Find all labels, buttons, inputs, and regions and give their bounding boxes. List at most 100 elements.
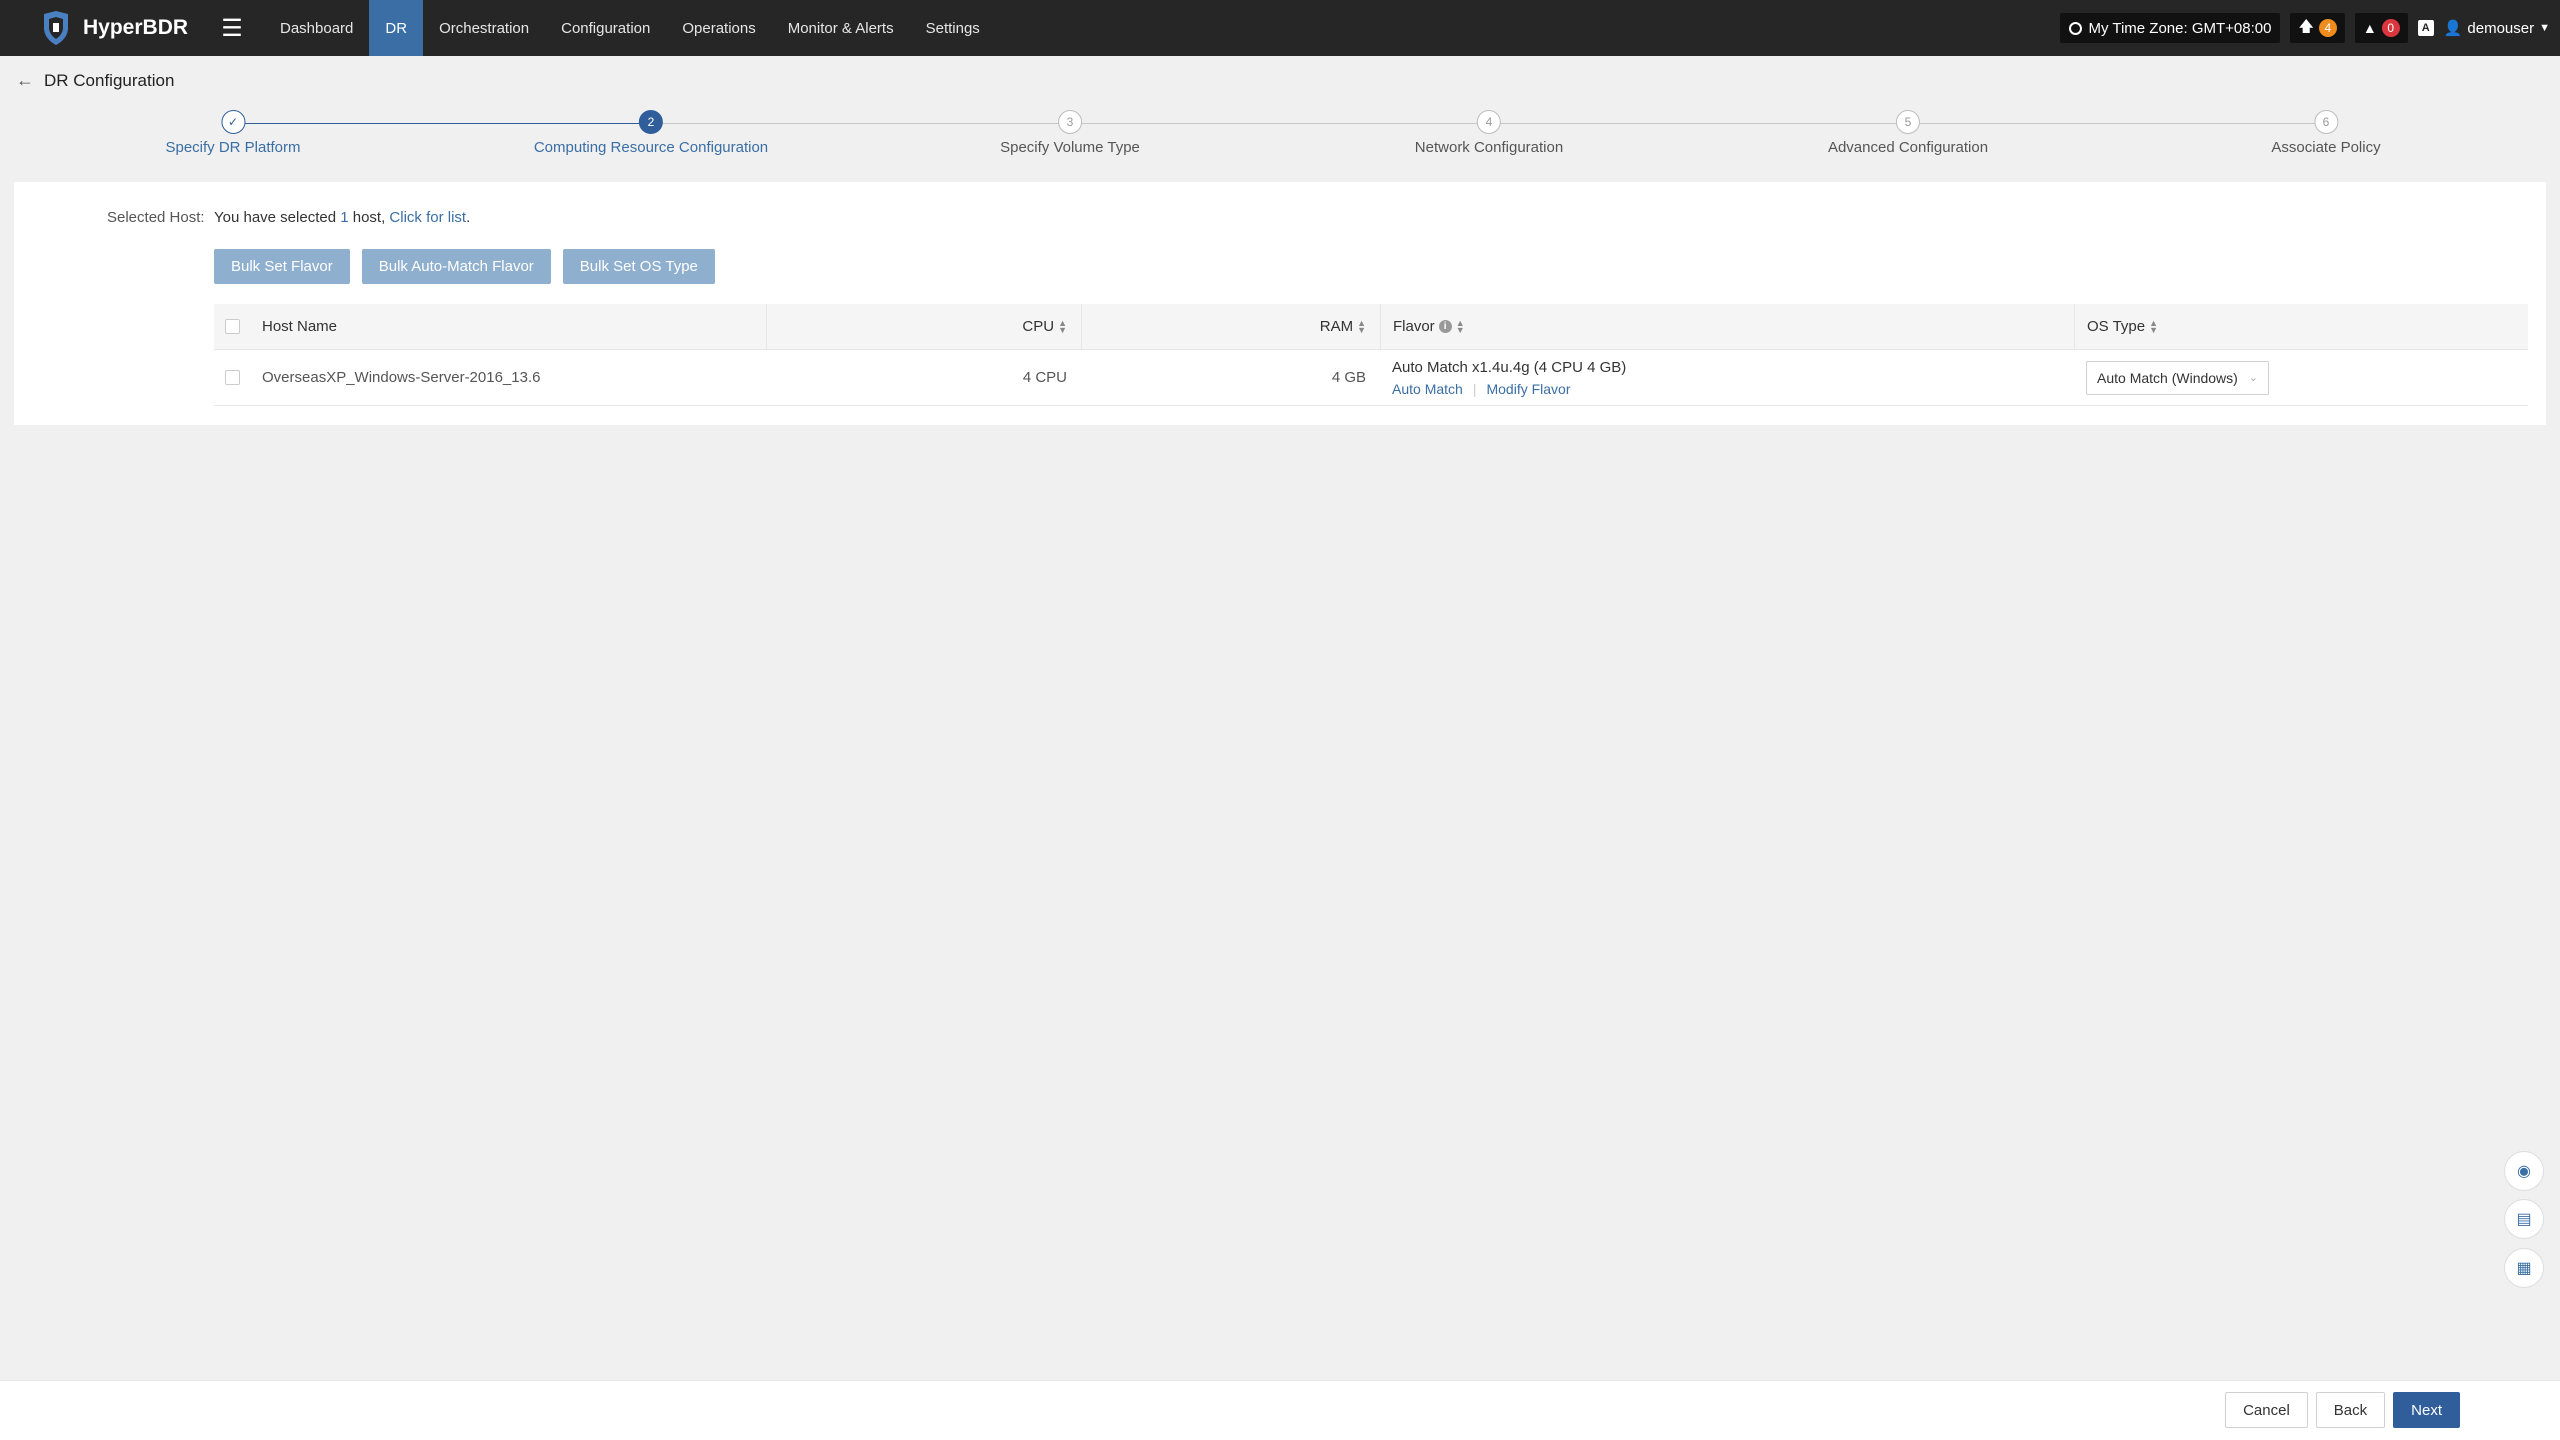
upgrade-button[interactable]: 🡅 4 [2290, 13, 2345, 43]
step-label: Associate Policy [2271, 139, 2381, 156]
cell-host-name: OverseasXP_Windows-Server-2016_13.6 [262, 369, 541, 386]
header-os-type[interactable]: OS Type ▲ ▼ [2074, 304, 2528, 349]
wizard-steps: ✓ Specify DR Platform 2 Computing Resour… [0, 110, 2560, 170]
username: demouser [2467, 19, 2535, 37]
arrow-up-icon: 🡅 [2298, 17, 2314, 35]
timezone-label: My Time Zone: GMT+08:00 [2088, 19, 2272, 37]
nav-item-orchestration[interactable]: Orchestration [423, 0, 545, 56]
step-2: 2 Computing Resource Configuration [534, 110, 768, 156]
step-number: 2 [638, 110, 663, 134]
step-4: 4 Network Configuration [1415, 110, 1563, 156]
bulk-auto-match-flavor-button[interactable]: Bulk Auto-Match Flavor [361, 249, 551, 284]
nav-item-operations[interactable]: Operations [666, 0, 771, 56]
info-icon[interactable]: i [1438, 320, 1452, 333]
link-divider: | [1472, 380, 1477, 397]
header-os-label: OS Type [2087, 318, 2146, 335]
upgrade-count-badge: 4 [2318, 19, 2337, 37]
select-all-checkbox[interactable] [224, 319, 240, 334]
logo[interactable]: HyperBDR [0, 0, 210, 56]
timezone-button[interactable]: My Time Zone: GMT+08:00 [2060, 13, 2281, 43]
step-label: Network Configuration [1414, 139, 1564, 156]
cell-os-type: Auto Match (Windows) ⌄ [2074, 350, 2528, 405]
topbar-right: My Time Zone: GMT+08:00 🡅 4 ▲ 0 A 👤 demo… [2060, 0, 2550, 56]
step-number: 5 [1895, 110, 1920, 134]
language-icon[interactable]: A [2417, 20, 2434, 36]
os-type-select[interactable]: Auto Match (Windows) ⌄ [2086, 360, 2269, 395]
sort-icon: ▲ ▼ [1357, 317, 1366, 335]
row-checkbox[interactable] [224, 370, 240, 385]
footer-actions: Cancel Back Next [2225, 1392, 2460, 1428]
wizard-footer: Cancel Back Next [0, 1380, 2560, 1440]
table-row: OverseasXP_Windows-Server-2016_13.6 4 CP… [214, 350, 2528, 406]
menu-toggle-icon[interactable]: ☰ [214, 0, 250, 56]
check-icon: ✓ [220, 110, 245, 134]
robot-assistant-icon[interactable]: ◉ [2504, 1151, 2544, 1191]
row-select-cell [214, 370, 250, 385]
host-list-link[interactable]: Click for list [389, 209, 466, 226]
chevron-down-icon: ⌄ [2248, 372, 2258, 384]
bulk-set-os-type-button[interactable]: Bulk Set OS Type [562, 249, 715, 284]
step-number: 3 [1058, 110, 1082, 134]
header-flavor-label: Flavor [1393, 318, 1435, 335]
nav-item-monitor-alerts[interactable]: Monitor & Alerts [772, 0, 910, 56]
nav-item-dr[interactable]: DR [369, 0, 424, 56]
page-header: ← DR Configuration [16, 70, 174, 91]
header-flavor[interactable]: Flavor i ▲ ▼ [1380, 304, 2074, 349]
clock-icon [2069, 21, 2083, 35]
user-menu[interactable]: 👤 demouser ▼ [2443, 19, 2550, 38]
back-arrow-icon[interactable]: ← [16, 70, 34, 91]
step-label: Advanced Configuration [1827, 139, 1989, 156]
nav-item-configuration[interactable]: Configuration [545, 0, 666, 56]
alerts-button[interactable]: ▲ 0 [2354, 13, 2408, 43]
caret-down-icon: ▼ [2539, 22, 2550, 34]
header-ram[interactable]: RAM ▲ ▼ [1081, 304, 1380, 349]
step-label: Specify DR Platform [165, 139, 301, 156]
alert-count-badge: 0 [2381, 19, 2400, 37]
selection-suffix: host, [348, 209, 390, 226]
clipboard-icon[interactable]: ▦ [2504, 1248, 2544, 1288]
table-header: Host Name CPU ▲ ▼ RAM ▲ ▼ Flavor i ▲ ▼ OS Type ▲… [214, 304, 2528, 350]
sort-icon: ▲ ▼ [1455, 317, 1465, 335]
selected-host-text: You have selected 1 host, Click for list… [214, 209, 470, 226]
step-number: 4 [1477, 110, 1501, 134]
bulk-set-flavor-button[interactable]: Bulk Set Flavor [214, 249, 350, 284]
page-title: DR Configuration [44, 70, 175, 90]
auto-match-link[interactable]: Auto Match [1392, 381, 1463, 397]
step-6: 6 Associate Policy [2271, 110, 2381, 156]
os-type-value: Auto Match (Windows) [2097, 369, 2238, 386]
cell-ram: 4 GB [1331, 369, 1366, 386]
top-navbar: HyperBDR ☰ Dashboard DR Orchestration Co… [0, 0, 2560, 56]
selected-host-label: Selected Host: [107, 209, 205, 226]
sort-icon: ▲ ▼ [2149, 317, 2159, 335]
header-host-name: Host Name [262, 318, 338, 335]
header-cpu[interactable]: CPU ▲ ▼ [766, 304, 1081, 349]
back-button[interactable]: Back [2315, 1392, 2386, 1428]
selected-host-row: Selected Host: You have selected 1 host,… [107, 209, 470, 226]
step-5: 5 Advanced Configuration [1828, 110, 1988, 156]
book-docs-icon[interactable]: ▤ [2504, 1199, 2544, 1239]
hyperbdr-logo-icon [44, 11, 68, 45]
select-all-cell [214, 319, 250, 334]
app-name: HyperBDR [83, 16, 189, 39]
next-button[interactable]: Next [2393, 1392, 2460, 1428]
cancel-button[interactable]: Cancel [2225, 1392, 2308, 1428]
step-label: Computing Resource Configuration [533, 139, 769, 156]
user-icon: 👤 [2443, 20, 2463, 37]
nav-item-dashboard[interactable]: Dashboard [264, 0, 369, 56]
cell-flavor: Auto Match x1.4u.4g (4 CPU 4 GB) Auto Ma… [1380, 350, 2074, 405]
step-label: Specify Volume Type [1000, 139, 1140, 156]
flavor-actions: Auto Match | Modify Flavor [1392, 381, 1626, 397]
selection-end: . [466, 209, 471, 226]
bulk-actions: Bulk Set Flavor Bulk Auto-Match Flavor B… [214, 249, 715, 284]
compute-config-card: Selected Host: You have selected 1 host,… [14, 182, 2546, 425]
step-1: ✓ Specify DR Platform [165, 110, 301, 156]
flavor-name: Auto Match x1.4u.4g (4 CPU 4 GB) [1392, 358, 1627, 376]
sort-icon: ▲ ▼ [1058, 317, 1067, 335]
host-table: Host Name CPU ▲ ▼ RAM ▲ ▼ Flavor i ▲ ▼ OS Type ▲… [214, 304, 2528, 406]
modify-flavor-link[interactable]: Modify Flavor [1486, 381, 1570, 397]
step-number: 6 [2314, 110, 2338, 134]
cell-cpu: 4 CPU [1022, 369, 1067, 386]
header-cpu-label: CPU [1022, 318, 1055, 335]
nav-item-settings[interactable]: Settings [910, 0, 996, 56]
selection-prefix: You have selected [214, 209, 341, 226]
